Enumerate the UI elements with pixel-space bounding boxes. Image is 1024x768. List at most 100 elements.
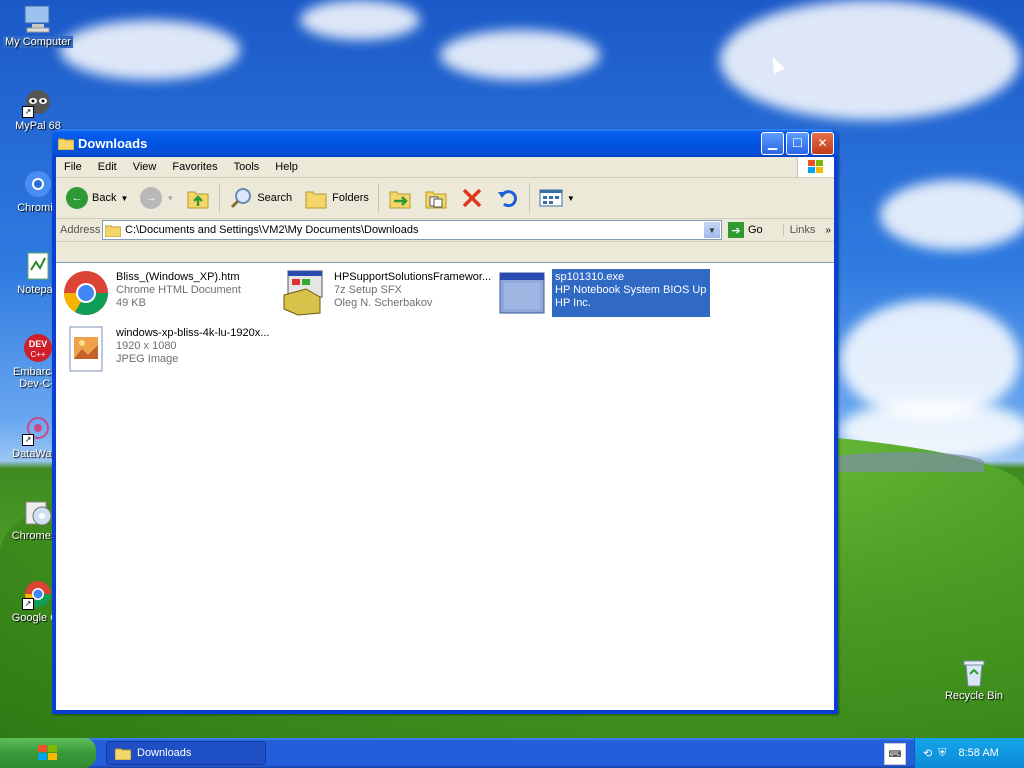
maximize-icon: ☐ — [792, 136, 803, 150]
file-type: HP Notebook System BIOS Up... — [555, 284, 707, 296]
copy-to-folder-icon — [425, 191, 447, 209]
start-button[interactable] — [0, 738, 96, 768]
close-icon: ✕ — [817, 136, 828, 150]
folder-icon — [58, 138, 74, 150]
address-bar: Address C:\Documents and Settings\VM2\My… — [56, 219, 834, 242]
security-icon[interactable]: ⛨ — [938, 747, 946, 760]
file-name: Bliss_(Windows_XP).htm — [116, 271, 240, 283]
back-button[interactable]: ← Back ▼ — [60, 182, 134, 214]
jpeg-image-icon — [69, 326, 103, 372]
file-type: Chrome HTML Document — [116, 284, 241, 296]
desktop-icon-label: Recycle Bin — [944, 690, 1004, 702]
minimize-button[interactable]: ▁ — [761, 131, 784, 155]
file-detail: JPEG Image — [116, 353, 179, 365]
devcpp-icon: DEV C++ — [22, 332, 54, 364]
menu-view[interactable]: View — [125, 161, 165, 173]
go-button[interactable]: ➔ Go — [728, 222, 763, 238]
links-toolbar[interactable]: Links — [782, 224, 815, 236]
file-name: sp101310.exe — [555, 271, 625, 283]
search-icon — [231, 188, 252, 209]
chevron-right-icon[interactable]: » — [825, 225, 831, 236]
taskbar-item-label: Downloads — [137, 747, 192, 759]
close-button[interactable]: ✕ — [811, 131, 834, 155]
desktop-icon-mypal[interactable]: ↗ MyPal 68 — [0, 86, 78, 132]
folder-icon — [105, 225, 121, 237]
file-item-bliss-jpeg[interactable]: windows-xp-bliss-4k-lu-1920x... 1920 x 1… — [62, 325, 274, 373]
file-item-hpsupport[interactable]: HPSupportSolutionsFramewor... 7z Setup S… — [280, 269, 492, 317]
folders-icon — [305, 191, 327, 209]
taskbar-item-downloads[interactable]: Downloads — [106, 741, 266, 765]
menu-help[interactable]: Help — [267, 161, 306, 173]
file-detail: HP Inc. — [555, 297, 591, 309]
installer-icon — [283, 270, 323, 316]
file-type: 1920 x 1080 — [116, 340, 177, 352]
back-dropdown-icon[interactable]: ▼ — [120, 194, 128, 203]
forward-arrow-icon: → — [140, 187, 163, 209]
search-button[interactable]: Search — [223, 182, 298, 214]
google-chrome-icon: ↗ — [22, 578, 54, 610]
views-icon — [539, 189, 563, 207]
recycle-bin-icon — [958, 656, 990, 688]
network-icon[interactable]: ⟲ — [923, 747, 932, 760]
desktop-icon-my-computer[interactable]: My Computer — [0, 2, 78, 48]
menu-tools[interactable]: Tools — [226, 161, 268, 173]
system-tray: ⟲ ⛨ 8:58 AM — [914, 738, 1024, 768]
forward-dropdown-icon[interactable]: ▼ — [166, 194, 174, 203]
shortcut-arrow-icon: ↗ — [22, 434, 34, 446]
clock[interactable]: 8:58 AM — [958, 747, 998, 759]
file-name: windows-xp-bliss-4k-lu-1920x... — [116, 327, 270, 339]
window-title: Downloads — [78, 135, 148, 151]
explorer-window: Downloads ▁ ☐ ✕ File Edit View Favorites… — [52, 129, 838, 714]
chromesetup-icon — [22, 496, 54, 528]
address-field[interactable]: C:\Documents and Settings\VM2\My Documen… — [102, 220, 722, 240]
move-to-button[interactable] — [382, 182, 418, 214]
folders-label: Folders — [332, 192, 369, 204]
search-label: Search — [257, 192, 293, 204]
delete-button[interactable] — [454, 182, 490, 214]
up-folder-button[interactable] — [180, 182, 216, 214]
address-path: C:\Documents and Settings\VM2\My Documen… — [125, 224, 419, 236]
file-type: 7z Setup SFX — [334, 284, 402, 296]
copy-to-button[interactable] — [418, 182, 454, 214]
up-folder-icon — [187, 191, 209, 209]
file-name: HPSupportSolutionsFramewor... — [334, 271, 492, 283]
shortcut-arrow-icon: ↗ — [22, 106, 34, 118]
undo-button[interactable] — [490, 182, 526, 214]
file-item-bliss-htm[interactable]: Bliss_(Windows_XP).htm Chrome HTML Docum… — [62, 269, 274, 317]
file-item-sp101310-exe[interactable]: sp101310.exe HP Notebook System BIOS Up.… — [498, 269, 710, 317]
window-body: File Edit View Favorites Tools Help ← Ba… — [56, 157, 834, 710]
maximize-button[interactable]: ☐ — [786, 131, 809, 155]
views-button[interactable]: ▼ — [533, 182, 581, 214]
shortcut-arrow-icon: ↗ — [22, 598, 34, 610]
back-arrow-icon: ← — [66, 187, 88, 209]
windows-flag-icon — [797, 157, 834, 177]
file-detail: Oleg N. Scherbakov — [334, 297, 433, 309]
menu-file[interactable]: File — [56, 161, 90, 173]
my-computer-icon — [22, 2, 54, 34]
address-dropdown-button[interactable]: ▼ — [703, 221, 721, 239]
folders-button[interactable]: Folders — [298, 182, 375, 214]
standard-toolbar: ← Back ▼ → ▼ Search Folders ▼ — [56, 178, 834, 219]
minimize-icon: ▁ — [767, 136, 778, 150]
desktop-icon-recycle-bin[interactable]: Recycle Bin — [934, 656, 1014, 702]
chrome-icon — [64, 271, 108, 315]
window-titlebar[interactable]: Downloads ▁ ☐ ✕ — [52, 129, 838, 157]
menu-edit[interactable]: Edit — [90, 161, 125, 173]
menu-favorites[interactable]: Favorites — [164, 161, 225, 173]
desktop-icon-label: My Computer — [2, 36, 74, 48]
chromium-icon — [22, 168, 54, 200]
forward-button[interactable]: → ▼ — [134, 182, 180, 214]
notepad-plus-icon — [22, 250, 54, 282]
taskbar: Downloads ⌨ ⟲ ⛨ 8:58 AM — [0, 738, 1024, 768]
go-arrow-icon: ➔ — [728, 222, 744, 238]
go-label: Go — [748, 224, 763, 236]
delete-x-icon — [462, 188, 482, 208]
move-to-folder-icon — [389, 191, 411, 209]
folder-icon — [115, 748, 131, 760]
file-list: Bliss_(Windows_XP).htm Chrome HTML Docum… — [56, 262, 834, 710]
keyboard-icon[interactable]: ⌨ — [884, 743, 906, 765]
chevron-down-icon: ▼ — [708, 225, 716, 235]
exe-window-icon — [499, 272, 545, 314]
windows-flag-icon — [38, 745, 57, 760]
datawagon-icon: ↗ — [22, 414, 54, 446]
